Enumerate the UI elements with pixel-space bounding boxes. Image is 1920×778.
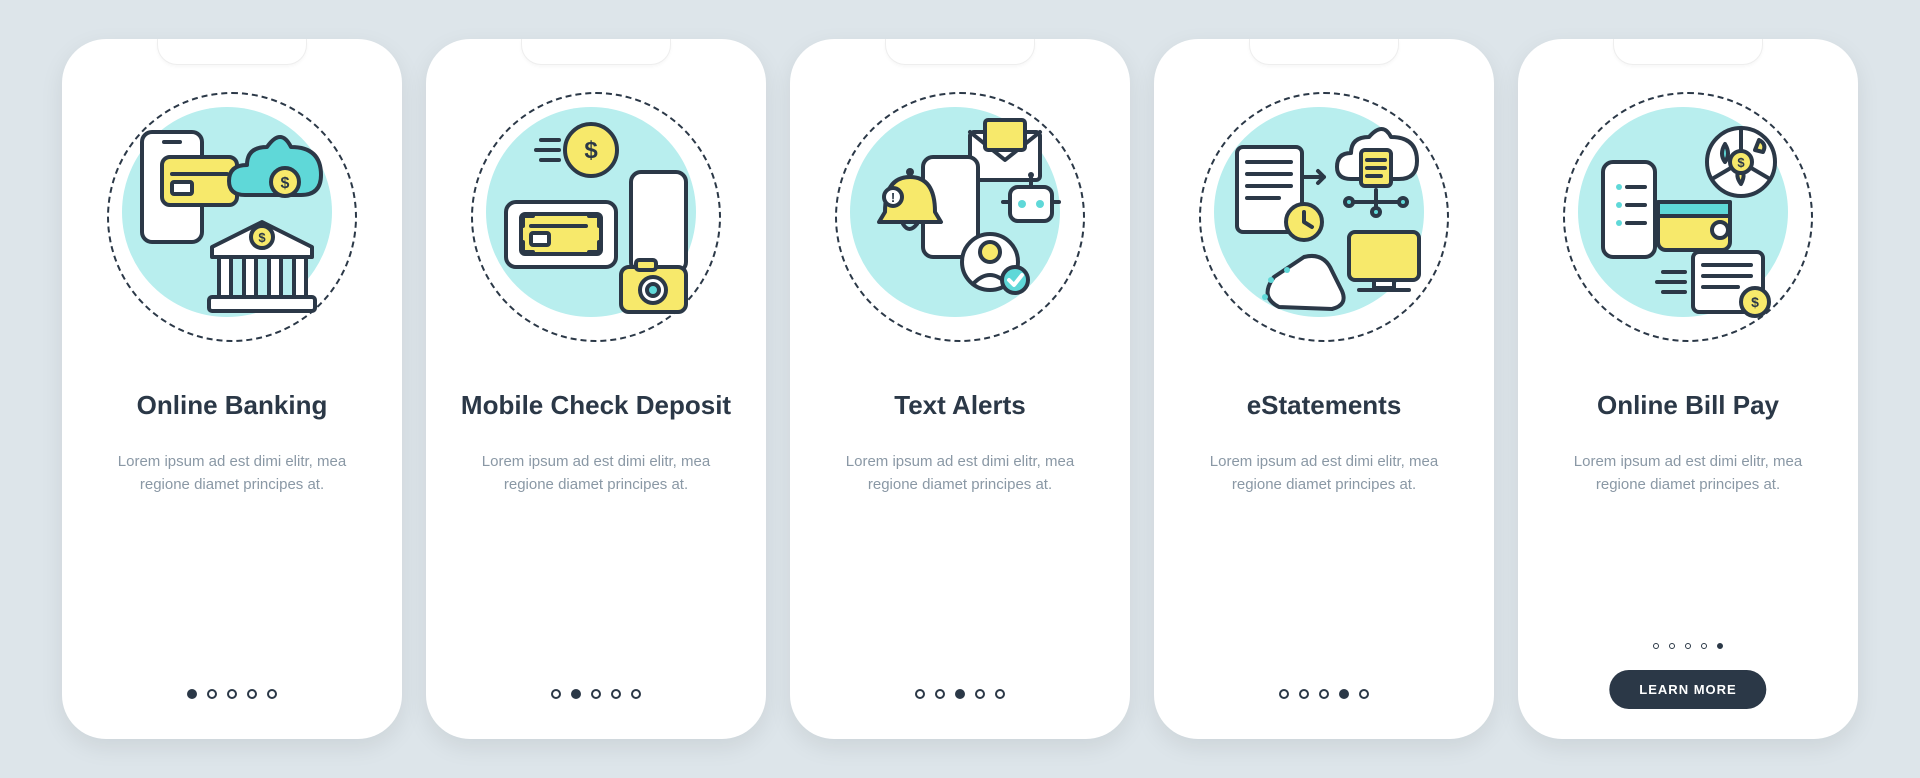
dot-2[interactable]	[935, 689, 945, 699]
dot-3[interactable]	[955, 689, 965, 699]
phone-notch	[521, 39, 671, 65]
onboarding-screen-2: $ Mobile Check Deposit Lorem ipsum ad	[426, 39, 766, 739]
dot-4[interactable]	[611, 689, 621, 699]
phone-notch	[157, 39, 307, 65]
onboarding-screen-5: $ $ Online Bill Pay Lorem ipsum ad est	[1518, 39, 1858, 739]
dot-4[interactable]	[1339, 689, 1349, 699]
dot-3[interactable]	[1319, 689, 1329, 699]
dot-4[interactable]	[1701, 643, 1707, 649]
screen-title: Online Bill Pay	[1597, 375, 1779, 437]
onboarding-screen-3: ! Text Alerts Lorem ipsum ad est dimi el…	[790, 39, 1130, 739]
screen-title: Mobile Check Deposit	[461, 375, 731, 437]
dot-1[interactable]	[1653, 643, 1659, 649]
phone-notch	[1613, 39, 1763, 65]
dot-1[interactable]	[915, 689, 925, 699]
screen-title: eStatements	[1247, 375, 1402, 437]
bill-pay-icon: $ $	[1573, 102, 1803, 332]
dot-5[interactable]	[267, 689, 277, 699]
illustration-wrap: !	[820, 77, 1100, 357]
dot-5[interactable]	[631, 689, 641, 699]
pagination-dots	[790, 689, 1130, 699]
dot-3[interactable]	[591, 689, 601, 699]
dot-3[interactable]	[1685, 643, 1691, 649]
svg-text:$: $	[1737, 155, 1745, 170]
learn-more-button[interactable]: LEARN MORE	[1609, 670, 1766, 709]
dot-5[interactable]	[1717, 643, 1723, 649]
screen-title: Online Banking	[137, 375, 328, 437]
screen-body: Lorem ipsum ad est dimi elitr, mea regio…	[102, 451, 362, 496]
pagination-dots	[426, 689, 766, 699]
svg-text:$: $	[1751, 294, 1759, 310]
illustration-wrap	[1184, 77, 1464, 357]
screen-body: Lorem ipsum ad est dimi elitr, mea regio…	[1194, 451, 1454, 496]
dot-4[interactable]	[975, 689, 985, 699]
illustration-wrap: $ $	[1548, 77, 1828, 357]
estatements-icon	[1209, 102, 1439, 332]
dot-2[interactable]	[1299, 689, 1309, 699]
pagination-dots	[1154, 689, 1494, 699]
dot-2[interactable]	[207, 689, 217, 699]
screen-body: Lorem ipsum ad est dimi elitr, mea regio…	[1558, 451, 1818, 496]
phone-notch	[885, 39, 1035, 65]
onboarding-screen-1: $ $ Online Banking Lorem ipsum ad est di…	[62, 39, 402, 739]
screen-body: Lorem ipsum ad est dimi elitr, mea regio…	[830, 451, 1090, 496]
svg-text:$: $	[584, 137, 598, 164]
dot-3[interactable]	[227, 689, 237, 699]
svg-text:$: $	[281, 175, 290, 192]
onboarding-screen-4: eStatements Lorem ipsum ad est dimi elit…	[1154, 39, 1494, 739]
illustration-wrap: $ $	[92, 77, 372, 357]
screen-body: Lorem ipsum ad est dimi elitr, mea regio…	[466, 451, 726, 496]
dot-2[interactable]	[571, 689, 581, 699]
dot-5[interactable]	[1359, 689, 1369, 699]
dot-1[interactable]	[551, 689, 561, 699]
screen-title: Text Alerts	[894, 375, 1026, 437]
pagination-dots	[1518, 643, 1858, 649]
text-alerts-icon: !	[845, 102, 1075, 332]
online-banking-icon: $ $	[117, 102, 347, 332]
dot-1[interactable]	[1279, 689, 1289, 699]
illustration-wrap: $	[456, 77, 736, 357]
phone-notch	[1249, 39, 1399, 65]
dot-2[interactable]	[1669, 643, 1675, 649]
dot-5[interactable]	[995, 689, 1005, 699]
dot-4[interactable]	[247, 689, 257, 699]
dot-1[interactable]	[187, 689, 197, 699]
pagination-dots	[62, 689, 402, 699]
svg-text:!: !	[891, 190, 895, 205]
mobile-deposit-icon: $	[481, 102, 711, 332]
svg-text:$: $	[258, 230, 266, 245]
